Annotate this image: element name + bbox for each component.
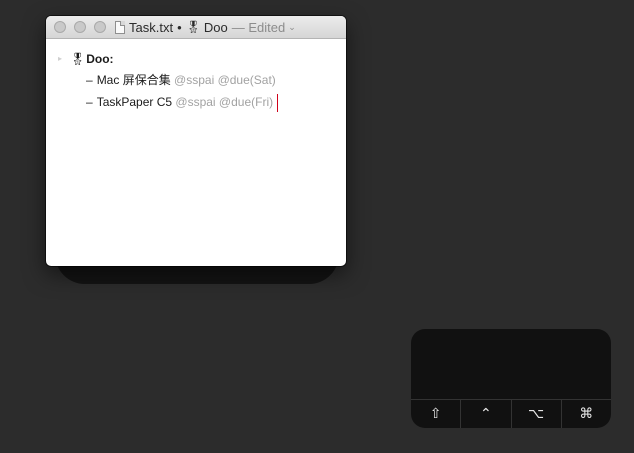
task-dash: – [86, 95, 93, 109]
chevron-down-icon[interactable]: ⌄ [288, 22, 296, 33]
text-cursor [277, 93, 279, 112]
project-name: Doo: [86, 52, 114, 66]
task-text: Mac 屏保合集 [96, 73, 171, 87]
command-key-icon[interactable]: ⌘ [562, 400, 611, 428]
task-item[interactable]: – TaskPaper C5 @sspai @due(Fri) [86, 91, 346, 113]
project-heading[interactable]: ▸ 🎖 Doo: [58, 49, 346, 69]
medal-icon: 🎖 [185, 20, 201, 34]
fold-handle-icon[interactable]: ▸ [58, 49, 62, 69]
traffic-lights [54, 21, 106, 33]
document-body[interactable]: ▸ 🎖 Doo: – Mac 屏保合集 @sspai @due(Sat) – Tas… [46, 39, 346, 113]
title-separator: • [177, 19, 182, 35]
medal-icon: 🎖 [70, 52, 86, 66]
minimize-button[interactable] [74, 21, 86, 33]
close-button[interactable] [54, 21, 66, 33]
task-text: TaskPaper C5 [96, 95, 173, 109]
option-key-icon[interactable]: ⌥ [512, 400, 562, 428]
title-edited-status: — Edited [231, 19, 286, 35]
task-item[interactable]: – Mac 屏保合集 @sspai @due(Sat) [86, 69, 346, 91]
task-tags[interactable]: @sspai @due(Fri) [175, 95, 273, 109]
modifier-keypad: ⇧ ⌃ ⌥ ⌘ [411, 329, 611, 428]
document-icon [115, 20, 125, 34]
shift-key-icon[interactable]: ⇧ [411, 400, 462, 428]
control-key-icon[interactable]: ⌃ [461, 400, 512, 428]
title-project-name: Doo [203, 19, 228, 35]
task-tags[interactable]: @sspai @due(Sat) [174, 73, 276, 87]
zoom-button[interactable] [94, 21, 106, 33]
title-filename: Task.txt [129, 19, 174, 35]
task-dash: – [86, 73, 93, 87]
title-bar[interactable]: Task.txt • 🎖 Doo — Edited ⌄ [46, 16, 346, 39]
editor-window: Task.txt • 🎖 Doo — Edited ⌄ ▸ 🎖 Doo: – Ma… [46, 16, 346, 266]
modifier-key-row: ⇧ ⌃ ⌥ ⌘ [411, 399, 611, 428]
window-title[interactable]: Task.txt • 🎖 Doo — Edited ⌄ [115, 19, 296, 35]
